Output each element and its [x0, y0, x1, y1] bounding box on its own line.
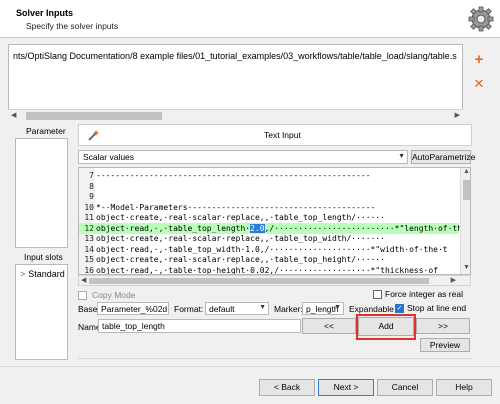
editor-horizontal-scrollbar[interactable]: ◀ ▶	[78, 275, 471, 286]
autoparametrize-button[interactable]: AutoParametrize	[411, 150, 475, 164]
base-input[interactable]: Parameter_%02d	[97, 302, 169, 315]
line-number: 8	[89, 181, 94, 191]
stop-at-line-end-checkbox[interactable]: ✓	[395, 304, 404, 314]
add-button-highlight	[356, 314, 416, 340]
wizard-header: Solver Inputs Specify the solver inputs	[0, 0, 500, 38]
marker-select[interactable]: p_length ▼	[302, 302, 344, 315]
tree-item-standard[interactable]: > Standard	[20, 269, 65, 279]
scroll-right-icon[interactable]: ▶	[455, 111, 460, 119]
line-text: object·create,·real·scalar·replace,,·tab…	[96, 255, 385, 264]
format-select[interactable]: default ▼	[205, 302, 269, 315]
stop-at-line-end-label: Stop at line end	[407, 303, 467, 313]
line-number: 16	[84, 265, 94, 275]
gear-icon	[468, 6, 494, 32]
copy-mode-label: Copy Mode	[92, 290, 136, 300]
stop-at-line-end-option[interactable]: ✓ Stop at line end	[395, 303, 467, 314]
line-number: 13	[84, 234, 94, 243]
divider	[78, 358, 472, 364]
line-text: object·create,·real·scalar·replace,,·tab…	[96, 234, 385, 243]
tab-text-input[interactable]: Text Input	[78, 124, 472, 146]
editor-line[interactable]: 14 object·read,·,·table_top_width·1.0,/··…	[79, 244, 459, 255]
input-slots-label: Input slots	[24, 252, 63, 262]
previous-marker-button[interactable]: <<	[302, 318, 356, 334]
text-editor[interactable]: 7 ---------------------------------------…	[78, 167, 471, 275]
editor-line[interactable]: 7 ---------------------------------------…	[79, 170, 459, 181]
scroll-left-icon[interactable]: ◀	[81, 276, 86, 284]
editor-line[interactable]: 8	[79, 181, 459, 192]
chevron-down-icon: ▼	[398, 153, 405, 160]
editor-line[interactable]: 13 object·create,·real·scalar·replace,,·t…	[79, 233, 459, 244]
scrollbar-thumb[interactable]	[26, 112, 162, 120]
line-number: 11	[84, 213, 94, 222]
line-number: 9	[89, 192, 94, 201]
line-number: 10	[84, 202, 94, 212]
editor-line[interactable]: 15 object·create,·real·scalar·replace,,·t…	[79, 254, 459, 265]
scrollbar-thumb[interactable]	[89, 278, 429, 284]
value-type-select[interactable]: Scalar values ▼	[78, 150, 408, 164]
file-list-horizontal-scrollbar[interactable]: ◀ ▶	[8, 109, 463, 122]
marker-label: Marker:	[274, 304, 303, 314]
scrollbar-thumb[interactable]	[463, 180, 470, 200]
input-slots-tree[interactable]: > Standard	[15, 264, 68, 360]
next-button[interactable]: Next >	[318, 379, 374, 396]
add-file-button[interactable]: +	[470, 51, 488, 69]
editor-vertical-scrollbar[interactable]: ▲ ▼	[460, 168, 470, 274]
preview-button[interactable]: Preview	[420, 338, 470, 352]
name-input[interactable]: table_top_length	[98, 319, 301, 333]
format-value: default	[209, 304, 235, 314]
parameter-list[interactable]	[15, 138, 68, 248]
file-path-item[interactable]: nts/OptiSlang Documentation/8 example fi…	[13, 51, 457, 61]
chevron-down-icon: ▼	[259, 304, 266, 311]
chevron-down-icon: ▼	[334, 304, 341, 311]
select-value: Scalar values	[83, 152, 135, 162]
editor-line[interactable]: 9	[79, 191, 459, 202]
line-number: 12	[84, 223, 94, 233]
wand-icon	[88, 130, 99, 141]
expandable-option[interactable]: Expandable	[349, 304, 394, 314]
force-integer-option[interactable]: Force integer as real	[373, 289, 463, 300]
format-label: Format:	[174, 304, 204, 314]
scroll-left-icon[interactable]: ◀	[11, 111, 16, 119]
tree-item-label: Standard	[28, 269, 65, 279]
editor-line[interactable]: 11 object·create,·real·scalar·replace,,·t…	[79, 212, 459, 223]
scroll-down-icon[interactable]: ▼	[463, 264, 470, 271]
editor-line[interactable]: 16 object·read,·,·table·top·height·0.02,/…	[79, 265, 459, 275]
cancel-button[interactable]: Cancel	[377, 379, 433, 396]
line-text: ----------------------------------------…	[96, 171, 371, 180]
editor-line[interactable]: 10 *-·Model·Parameters·------------------…	[79, 202, 459, 213]
line-number: 14	[84, 244, 94, 254]
force-integer-checkbox[interactable]	[373, 290, 382, 300]
remove-file-button[interactable]: ✕	[470, 75, 488, 93]
back-button[interactable]: < Back	[259, 379, 315, 396]
page-subtitle: Specify the solver inputs	[26, 21, 119, 31]
chevron-right-icon[interactable]: >	[20, 269, 25, 279]
help-button[interactable]: Help	[436, 379, 492, 396]
copy-mode-option[interactable]: Copy Mode	[78, 290, 136, 301]
selected-text[interactable]: 2.0	[250, 223, 265, 233]
line-text: object·read,·,·table_top_width·1.0,/····…	[96, 244, 448, 254]
line-text: object·read,·,·table·top·height·0.02,/··…	[96, 265, 438, 275]
line-text: *-·Model·Parameters·--------------------…	[96, 202, 376, 212]
editor-line[interactable]: 12 object·read,·,·table_top_length·2.0,/·…	[79, 222, 470, 234]
expandable-label: Expandable	[349, 304, 394, 314]
parameter-label: Parameter	[26, 126, 66, 136]
line-text: ,/·························*"length·of·t…	[264, 223, 471, 233]
scroll-up-icon[interactable]: ▲	[463, 168, 470, 175]
next-marker-button[interactable]: >>	[416, 318, 470, 334]
page-title: Solver Inputs	[16, 8, 74, 18]
scroll-right-icon[interactable]: ▶	[451, 276, 456, 284]
tab-label: Text Input	[264, 130, 301, 140]
line-number: 7	[89, 171, 94, 180]
force-integer-label: Force integer as real	[385, 289, 463, 299]
line-text: object·read,·,·table_top_length·	[96, 223, 251, 233]
copy-mode-checkbox[interactable]	[78, 291, 87, 301]
line-text: object·create,·real·scalar·replace,,·tab…	[96, 213, 385, 222]
line-number: 15	[84, 255, 94, 264]
